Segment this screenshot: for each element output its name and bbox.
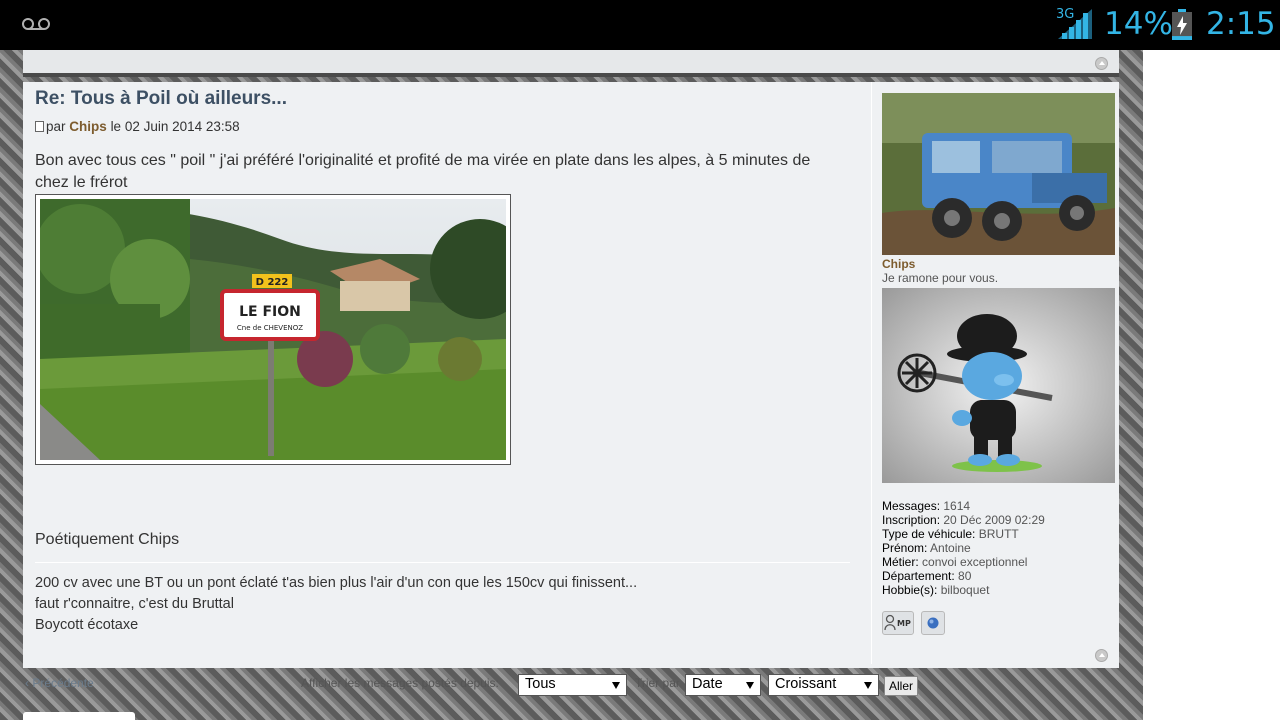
post-header-bar: [23, 50, 1119, 77]
topic-bottom-nav: ‹ Précédente Afficher les messages posté…: [23, 670, 1119, 702]
chevron-down-icon: [746, 682, 754, 689]
detail-vehicle: Type de véhicule: BRUTT: [882, 527, 1019, 541]
post-title[interactable]: Re: Tous à Poil où ailleurs...: [35, 88, 287, 110]
signature-line: faut r'connaitre, c'est du Bruttal: [35, 596, 234, 612]
sort-key-select[interactable]: Date: [685, 674, 761, 696]
website-button[interactable]: [921, 611, 945, 635]
globe-icon: [927, 617, 939, 629]
detail-messages: Messages: 1614: [882, 499, 971, 513]
back-to-top-icon[interactable]: [1095, 649, 1108, 662]
post-photo[interactable]: D 222 LE FION Cne de CHEVENOZ: [35, 194, 511, 465]
battery-charging-icon: [1172, 9, 1192, 40]
user-signature: 200 cv avec une BT ou un pont éclaté t'a…: [35, 573, 637, 636]
back-to-top-icon[interactable]: [1095, 57, 1108, 70]
sort-by-label: Trier par: [635, 676, 680, 690]
sort-order-select[interactable]: Croissant: [768, 674, 879, 696]
detail-registration: Inscription: 20 Déc 2009 02:29: [882, 513, 1045, 527]
pm-label: MP: [897, 619, 911, 628]
post-reply-tab[interactable]: [23, 712, 135, 720]
days-filter-select[interactable]: Tous: [518, 674, 627, 696]
display-from-label: Afficher les messages postés depuis:: [301, 676, 499, 690]
signature-divider: [35, 562, 850, 563]
profile-details: Messages: 1614 Inscription: 20 Déc 2009 …: [882, 499, 1045, 597]
post-meta: par Chips le 02 Juin 2014 23:58: [35, 119, 240, 134]
profile-rank: Je ramone pour vous.: [882, 271, 999, 285]
avatar[interactable]: [882, 93, 1115, 255]
rank-image: [882, 288, 1115, 483]
user-pm-icon: MP: [884, 614, 911, 631]
detail-job: Métier: convoi exceptionnel: [882, 555, 1028, 569]
signal-icon: [1058, 9, 1092, 39]
forum-post: Re: Tous à Poil où ailleurs... par Chips…: [23, 82, 1119, 668]
detail-hobbies: Hobbie(s): bilboquet: [882, 583, 990, 597]
voicemail-icon: [22, 18, 50, 30]
post-signoff: Poétiquement Chips: [35, 531, 180, 548]
private-message-button[interactable]: MP: [882, 611, 914, 635]
clock: 2:15: [1206, 6, 1276, 42]
go-button[interactable]: Aller: [884, 676, 918, 696]
meta-prefix: par: [46, 119, 66, 134]
detail-firstname: Prénom: Antoine: [882, 541, 971, 555]
post-content: Bon avec tous ces " poil " j'ai préféré …: [35, 152, 811, 191]
road-sign-photo: D 222 LE FION Cne de CHEVENOZ: [40, 199, 506, 460]
battery-percent: 14%: [1104, 6, 1173, 42]
road-number-label: D 222: [256, 277, 289, 288]
forum-page: Re: Tous à Poil où ailleurs... par Chips…: [0, 50, 1143, 720]
post-document-icon[interactable]: [35, 121, 44, 132]
town-name-label: LE FION: [239, 304, 301, 320]
chevron-down-icon: [612, 682, 620, 689]
post-date: le 02 Juin 2014 23:58: [110, 119, 240, 134]
profile-username[interactable]: Chips: [882, 257, 915, 271]
author-profile: Chips Je ramone pour vous. Messages: 161…: [871, 82, 1117, 664]
previous-link[interactable]: ‹ Précédente: [25, 676, 94, 690]
author-link[interactable]: Chips: [69, 119, 107, 134]
status-bar: 3G 14% 2:15: [0, 0, 1280, 50]
signature-line: 200 cv avec une BT ou un pont éclaté t'a…: [35, 575, 638, 591]
chevron-down-icon: [864, 682, 872, 689]
signature-line: Boycott écotaxe: [35, 617, 139, 633]
commune-label: Cne de CHEVENOZ: [237, 324, 303, 332]
detail-department: Département: 80: [882, 569, 972, 583]
